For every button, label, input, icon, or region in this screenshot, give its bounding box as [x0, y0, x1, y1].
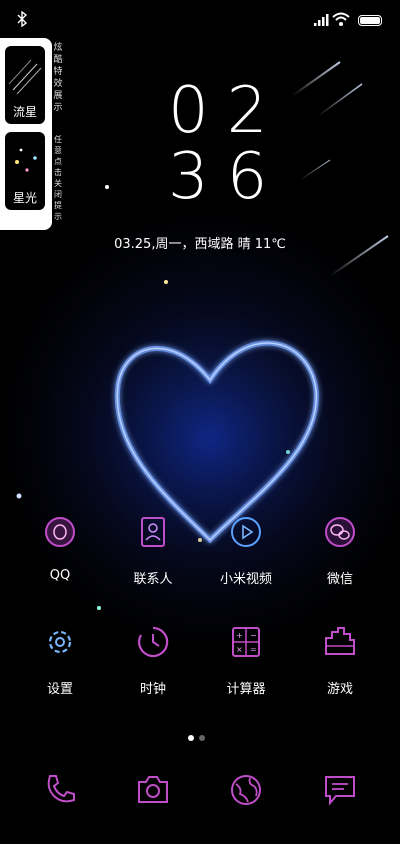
app-settings[interactable]: 设置 — [20, 624, 100, 697]
svg-text:×: × — [236, 645, 243, 654]
app-label: 微信 — [326, 572, 353, 587]
battery-icon — [358, 15, 382, 26]
app-wechat[interactable]: 微信 — [300, 514, 380, 587]
app-label: 时钟 — [139, 682, 166, 697]
app-label: 游戏 — [326, 682, 353, 697]
lock-clock[interactable]: 02 36 — [150, 74, 286, 214]
app-qq[interactable]: QQ — [20, 514, 100, 583]
effect-label: 流星 — [12, 105, 37, 119]
app-games[interactable]: 游戏 — [300, 624, 380, 697]
effects-hint: 任意点击关闭提示 — [54, 135, 62, 221]
signal-icon — [314, 14, 329, 26]
bluetooth-icon — [17, 11, 28, 27]
effect-label: 星光 — [12, 191, 37, 205]
app-label: QQ — [49, 568, 71, 583]
svg-text:−: − — [250, 631, 257, 640]
app-mi-video[interactable]: 小米视频 — [206, 514, 286, 587]
browser-icon — [231, 775, 261, 805]
clock-hours: 02 — [168, 74, 286, 148]
clock-minutes: 36 — [168, 140, 286, 214]
dock-phone[interactable] — [20, 772, 100, 812]
qq-icon — [45, 517, 75, 547]
clock-icon — [138, 626, 169, 658]
game-icon — [325, 627, 355, 655]
app-contacts[interactable]: 联系人 — [113, 514, 193, 587]
app-clock[interactable]: 时钟 — [113, 624, 193, 697]
camera-icon — [138, 776, 168, 803]
date-weather-line[interactable]: 03.25,周一，西域路 晴 11℃ — [0, 233, 400, 252]
effects-title: 炫酷特效展示 — [53, 43, 63, 113]
dock-camera[interactable] — [113, 772, 193, 812]
app-label: 小米视频 — [219, 572, 272, 587]
dock-browser[interactable] — [206, 772, 286, 812]
meteor-icon — [8, 59, 42, 95]
svg-text:=: = — [250, 645, 257, 654]
wechat-icon — [325, 517, 355, 547]
effects-panel: 流星 星光 — [0, 38, 52, 230]
app-label: 设置 — [46, 682, 73, 697]
message-icon — [325, 776, 355, 806]
effect-starlight-button[interactable]: 星光 — [5, 132, 45, 210]
starlight-icon — [15, 148, 37, 172]
phone-icon — [47, 775, 75, 803]
wifi-icon — [332, 12, 350, 26]
app-label: 联系人 — [133, 572, 173, 587]
app-label: 计算器 — [226, 682, 266, 697]
effect-meteor-button[interactable]: 流星 — [5, 46, 45, 124]
page-dot-active[interactable] — [188, 735, 194, 741]
app-calculator[interactable]: + − × = 计算器 — [206, 624, 286, 697]
gear-icon — [48, 630, 72, 654]
dock-messages[interactable] — [300, 772, 380, 812]
video-icon — [231, 517, 261, 547]
contacts-icon — [141, 517, 165, 547]
status-bar — [0, 0, 400, 40]
page-dot[interactable] — [199, 735, 205, 741]
page-indicator[interactable] — [188, 726, 210, 745]
svg-text:+: + — [236, 631, 243, 640]
calculator-icon: + − × = — [232, 627, 260, 657]
